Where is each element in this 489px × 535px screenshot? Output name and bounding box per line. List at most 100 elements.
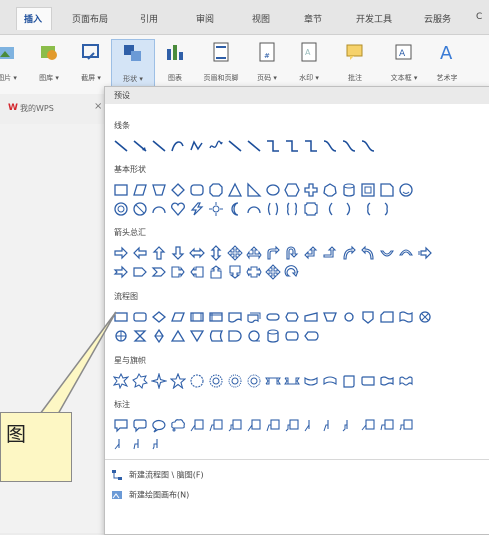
ring-shape-icon[interactable] bbox=[113, 201, 129, 217]
line-callout-1-shape-icon[interactable] bbox=[189, 417, 205, 433]
flowchart-sort-shape-icon[interactable] bbox=[151, 328, 167, 344]
tab-cloud[interactable]: 云服务 bbox=[424, 12, 451, 25]
callouts-row-2[interactable] bbox=[113, 435, 167, 453]
rectangle-shape-icon[interactable] bbox=[113, 182, 129, 198]
left-arrow-callout-shape-icon[interactable] bbox=[189, 264, 205, 280]
basic-shapes-row-1[interactable] bbox=[113, 181, 414, 199]
line-callout-14-shape-icon[interactable] bbox=[132, 436, 148, 452]
curved-left-arrow-shape-icon[interactable] bbox=[360, 245, 376, 261]
star-16-point-shape-icon[interactable] bbox=[208, 373, 224, 389]
left-right-up-arrow-shape-icon[interactable] bbox=[246, 245, 262, 261]
flowchart-predefined-process-shape-icon[interactable] bbox=[189, 309, 205, 325]
textbox-button[interactable]: A 文本框 ▾ bbox=[383, 39, 425, 87]
flowchart-manual-input-shape-icon[interactable] bbox=[303, 309, 319, 325]
cylinder-shape-icon[interactable] bbox=[341, 182, 357, 198]
flowchart-decision-shape-icon[interactable] bbox=[151, 309, 167, 325]
triangle-shape-icon[interactable] bbox=[227, 182, 243, 198]
arc-shape-icon[interactable] bbox=[151, 201, 167, 217]
curved-down-arrow-shape-icon[interactable] bbox=[398, 245, 414, 261]
left-bracket-shape-icon[interactable] bbox=[322, 201, 338, 217]
line-callout-7-shape-icon[interactable] bbox=[303, 417, 319, 433]
left-right-arrow-shape-icon[interactable] bbox=[189, 245, 205, 261]
smiley-shape-icon[interactable] bbox=[398, 182, 414, 198]
line-shape-icon[interactable] bbox=[113, 138, 129, 154]
notched-right-arrow-shape-icon[interactable] bbox=[113, 264, 129, 280]
chart-button[interactable]: 图表 bbox=[154, 39, 196, 87]
elbow-double-arrow-shape-icon[interactable] bbox=[303, 138, 319, 154]
flowchart-preparation-shape-icon[interactable] bbox=[284, 309, 300, 325]
plaque-shape-icon[interactable] bbox=[303, 201, 319, 217]
my-wps-tab[interactable]: 我的WPS bbox=[20, 103, 54, 114]
flowchart-magnetic-disk-shape-icon[interactable] bbox=[265, 328, 281, 344]
line-callout-4-shape-icon[interactable] bbox=[246, 417, 262, 433]
flowchart-alternate-process-shape-icon[interactable] bbox=[132, 309, 148, 325]
tab-page-layout[interactable]: 页面布局 bbox=[72, 12, 108, 25]
up-down-arrow-shape-icon[interactable] bbox=[208, 245, 224, 261]
block-arrows-row-2[interactable] bbox=[113, 263, 300, 281]
flowchart-internal-storage-shape-icon[interactable] bbox=[208, 309, 224, 325]
snip-rectangle-shape-icon[interactable] bbox=[379, 182, 395, 198]
quad-arrow-shape-icon[interactable] bbox=[227, 245, 243, 261]
freeform-shape-icon[interactable] bbox=[189, 138, 205, 154]
elbow-connector-shape-icon[interactable] bbox=[265, 138, 281, 154]
line-callout-6-shape-icon[interactable] bbox=[284, 417, 300, 433]
no-symbol-shape-icon[interactable] bbox=[132, 201, 148, 217]
lightning-shape-icon[interactable] bbox=[189, 201, 205, 217]
up-arrow-shape-icon[interactable] bbox=[151, 245, 167, 261]
up-ribbon-shape-icon[interactable] bbox=[265, 373, 281, 389]
line-callout-10-shape-icon[interactable] bbox=[360, 417, 376, 433]
explosion-1-shape-icon[interactable] bbox=[113, 373, 129, 389]
down-arrow-callout-shape-icon[interactable] bbox=[227, 264, 243, 280]
sun-shape-icon[interactable] bbox=[208, 201, 224, 217]
left-up-arrow-shape-icon[interactable] bbox=[303, 245, 319, 261]
new-drawing-canvas-menu-item[interactable]: 新建绘图画布(N) bbox=[111, 489, 189, 501]
quad-arrow-callout-shape-icon[interactable] bbox=[265, 264, 281, 280]
tab-overflow[interactable]: C bbox=[476, 12, 482, 22]
wordart-button[interactable]: A 艺术字 bbox=[426, 39, 468, 87]
oval-shape-icon[interactable] bbox=[265, 182, 281, 198]
line-callout-12-shape-icon[interactable] bbox=[398, 417, 414, 433]
curved-right-arrow-shape-icon[interactable] bbox=[341, 245, 357, 261]
curved-up-ribbon-shape-icon[interactable] bbox=[303, 373, 319, 389]
curved-arrow-connector-shape-icon[interactable] bbox=[341, 138, 357, 154]
u-turn-arrow-shape-icon[interactable] bbox=[284, 245, 300, 261]
flowchart-or-shape-icon[interactable] bbox=[113, 328, 129, 344]
explosion-2-shape-icon[interactable] bbox=[132, 373, 148, 389]
wave-shape-icon[interactable] bbox=[379, 373, 395, 389]
double-bracket-shape-icon[interactable] bbox=[265, 201, 281, 217]
trapezoid-shape-icon[interactable] bbox=[151, 182, 167, 198]
bent-up-arrow-shape-icon[interactable] bbox=[322, 245, 338, 261]
block-arc-shape-icon[interactable] bbox=[246, 201, 262, 217]
flowchart-card-shape-icon[interactable] bbox=[379, 309, 395, 325]
block-arrows-row-1[interactable] bbox=[113, 244, 433, 262]
flowchart-row-2[interactable] bbox=[113, 327, 319, 345]
flowchart-process-shape-icon[interactable] bbox=[113, 309, 129, 325]
heptagon-shape-icon[interactable] bbox=[322, 182, 338, 198]
pentagon-arrow-shape-icon[interactable] bbox=[132, 264, 148, 280]
star-32-point-shape-icon[interactable] bbox=[246, 373, 262, 389]
tab-view[interactable]: 视图 bbox=[252, 12, 270, 25]
flowchart-connector-shape-icon[interactable] bbox=[341, 309, 357, 325]
star-24-point-shape-icon[interactable] bbox=[227, 373, 243, 389]
line-callout-2-shape-icon[interactable] bbox=[208, 417, 224, 433]
flowchart-merge-shape-icon[interactable] bbox=[189, 328, 205, 344]
left-arrow-shape-icon[interactable] bbox=[132, 245, 148, 261]
flowchart-direct-access-storage-shape-icon[interactable] bbox=[284, 328, 300, 344]
down-ribbon-shape-icon[interactable] bbox=[284, 373, 300, 389]
flowchart-data-shape-icon[interactable] bbox=[170, 309, 186, 325]
scribble-shape-icon[interactable] bbox=[208, 138, 224, 154]
line-callout-8-shape-icon[interactable] bbox=[322, 417, 338, 433]
line-callout-5-shape-icon[interactable] bbox=[265, 417, 281, 433]
line-callout-13-shape-icon[interactable] bbox=[113, 436, 129, 452]
star-8-point-shape-icon[interactable] bbox=[189, 373, 205, 389]
hexagon-shape-icon[interactable] bbox=[284, 182, 300, 198]
rounded-rectangle-shape-icon[interactable] bbox=[189, 182, 205, 198]
right-bracket-shape-icon[interactable] bbox=[341, 201, 357, 217]
curve-shape-icon[interactable] bbox=[170, 138, 186, 154]
flowchart-extract-shape-icon[interactable] bbox=[170, 328, 186, 344]
octagon-shape-icon[interactable] bbox=[208, 182, 224, 198]
watermark-button[interactable]: A 水印 ▾ bbox=[288, 39, 330, 87]
basic-shapes-row-2[interactable] bbox=[113, 200, 395, 218]
flowchart-display-shape-icon[interactable] bbox=[303, 328, 319, 344]
heart-shape-icon[interactable] bbox=[170, 201, 186, 217]
